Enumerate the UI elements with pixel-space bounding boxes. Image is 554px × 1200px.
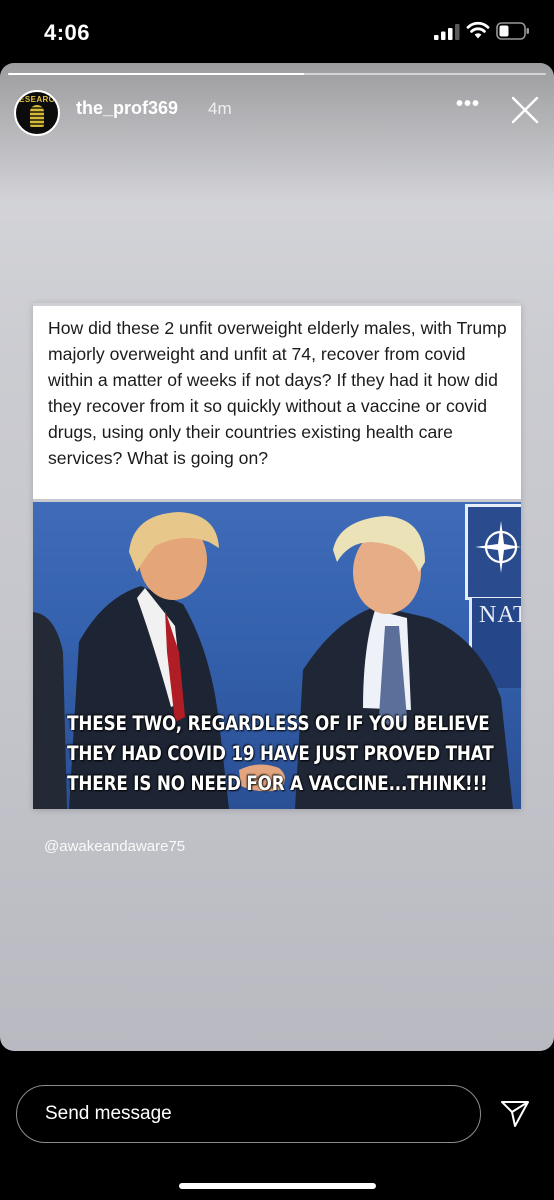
story-header-shade (0, 63, 554, 203)
shared-post[interactable]: How did these 2 unfit overweight elderly… (33, 303, 521, 809)
send-paper-plane-icon[interactable] (500, 1098, 530, 1128)
home-indicator (179, 1183, 376, 1189)
avatar-logo-text: ESEARC (19, 95, 55, 104)
story-viewer[interactable]: ESEARC the_prof369 4m ••• How did these … (0, 63, 554, 1051)
story-progress-fill (8, 73, 304, 75)
post-body-text: How did these 2 unfit overweight elderly… (33, 303, 521, 499)
story-progress-bar (8, 73, 546, 75)
cellular-signal-icon (434, 24, 460, 40)
send-message-placeholder: Send message (45, 1103, 172, 1124)
wifi-icon (466, 21, 490, 39)
more-options-icon[interactable]: ••• (456, 93, 480, 115)
post-time: 4m (208, 99, 232, 118)
image-caption-line-3: THERE IS NO NEED FOR A VACCINE...THINK!!… (67, 772, 488, 795)
send-message-input[interactable]: Send message (16, 1085, 481, 1143)
status-bar: 4:06 (0, 0, 554, 64)
avatar[interactable]: ESEARC (14, 90, 60, 136)
avatar-figure-icon (30, 105, 44, 127)
clock: 4:06 (44, 20, 91, 45)
image-caption-line-2: THEY HAD COVID 19 HAVE JUST PROVED THAT (67, 742, 494, 765)
battery-icon (496, 22, 529, 40)
username[interactable]: the_prof369 (76, 98, 178, 119)
image-caption-line-1: THESE TWO, REGARDLESS OF IF YOU BELIEVE (67, 712, 490, 735)
source-handle-link[interactable]: @awakeandaware75 (44, 838, 185, 855)
post-photo: NAT THESE TWO, R (33, 502, 521, 809)
close-icon[interactable] (510, 95, 540, 125)
